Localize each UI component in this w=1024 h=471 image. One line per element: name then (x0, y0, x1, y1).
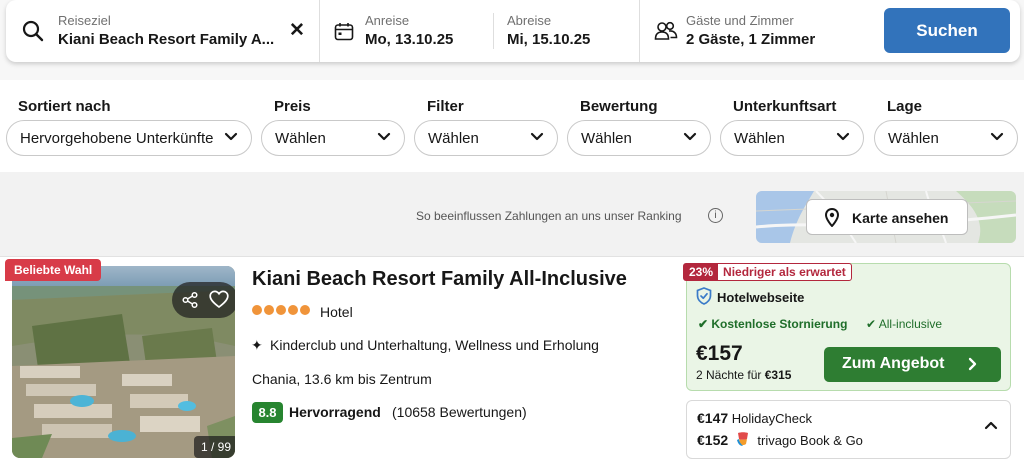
star-icon (288, 305, 298, 315)
destination-value: Kiani Beach Resort Family A... (58, 31, 275, 48)
hotel-type: Hotel (320, 304, 353, 320)
show-map-button[interactable]: Karte ansehen (806, 199, 968, 235)
shield-check-icon (696, 287, 712, 305)
search-icon (22, 20, 44, 42)
photo-actions (172, 282, 235, 318)
guests-field[interactable]: Gäste und Zimmer 2 Gäste, 1 Zimmer (640, 0, 870, 62)
chevron-down-icon (377, 132, 391, 141)
sort-select[interactable]: Hervorgehobene Unterkünfte (6, 120, 252, 156)
filter-label-price: Preis (274, 98, 311, 115)
star-icon (276, 305, 286, 315)
trivago-logo-icon (737, 432, 748, 446)
filter-label-property-type: Unterkunftsart (733, 98, 837, 115)
property-type-select-value: Wählen (734, 130, 785, 147)
chevron-right-icon (968, 357, 977, 371)
filter-label-filter: Filter (427, 98, 464, 115)
filter-label-rating: Bewertung (580, 98, 658, 115)
nights-text: 2 Nächte für (696, 368, 762, 382)
destination-label: Reiseziel (58, 13, 111, 28)
hotel-name[interactable]: Kiani Beach Resort Family All-Inclusive (252, 268, 627, 291)
deal-price: €157 (696, 342, 743, 365)
chevron-down-icon (683, 132, 697, 141)
location-select[interactable]: Wählen (874, 120, 1018, 156)
other-offer-price: €152 (697, 432, 729, 448)
sparkle-icon: ✦ (251, 337, 263, 353)
discount-text: Niedriger als erwartet (723, 265, 846, 279)
rating-select-value: Wählen (581, 130, 632, 147)
show-map-label: Karte ansehen (852, 210, 949, 226)
popular-choice-badge: Beliebte Wahl (5, 259, 102, 281)
hotel-location[interactable]: Chania, 13.6 km bis Zentrum (252, 371, 432, 387)
hotel-result-card[interactable]: 1 / 99 Beliebte Wahl Kiani Beach Resort … (0, 256, 1024, 471)
hotel-amenities: Kinderclub und Unterhaltung, Wellness un… (270, 337, 599, 353)
free-cancellation-feature: ✔ Kostenlose Stornierung (698, 317, 848, 331)
price-select-value: Wählen (275, 130, 326, 147)
rating-word: Hervorragend (289, 404, 381, 420)
checkout-value: Mi, 15.10.25 (507, 31, 591, 48)
heart-icon[interactable] (209, 290, 229, 309)
photo-counter: 1 / 99 (194, 436, 235, 458)
chevron-down-icon (990, 132, 1004, 141)
filter-select-value: Wählen (428, 130, 479, 147)
star-icon (300, 305, 310, 315)
checkin-field[interactable]: Anreise Mo, 13.10.25 (320, 0, 492, 62)
search-button[interactable]: Suchen (884, 8, 1010, 53)
clear-destination-button[interactable]: ✕ (285, 19, 309, 43)
other-offer-price: €147 (697, 410, 729, 426)
other-offer-provider: trivago Book & Go (757, 433, 863, 448)
location-select-value: Wählen (888, 130, 939, 147)
chevron-down-icon (224, 132, 238, 141)
search-bar: Reiseziel Kiani Beach Resort Family A...… (6, 0, 1020, 62)
chevron-up-icon[interactable] (984, 420, 998, 430)
view-deal-label: Zum Angebot (842, 355, 945, 372)
sort-select-value: Hervorgehobene Unterkünfte (20, 130, 214, 147)
filter-bar: Sortiert nach Hervorgehobene Unterkünfte… (0, 80, 1024, 172)
rating-select[interactable]: Wählen (567, 120, 711, 156)
hotel-star-rating (252, 305, 310, 315)
checkin-value: Mo, 13.10.25 (365, 31, 454, 48)
rating-count[interactable]: (10658 Bewertungen) (392, 404, 527, 420)
other-offer-row[interactable]: €152 trivago Book & Go (697, 432, 863, 448)
chevron-down-icon (530, 132, 544, 141)
star-icon (264, 305, 274, 315)
info-icon[interactable]: i (708, 208, 723, 223)
nights-total: 2 Nächte für €315 (696, 368, 791, 382)
property-type-select[interactable]: Wählen (720, 120, 864, 156)
discount-badge: 23% Niedriger als erwartet (683, 263, 852, 281)
calendar-icon (334, 23, 354, 41)
guests-value: 2 Gäste, 1 Zimmer (686, 31, 816, 48)
checkout-label: Abreise (507, 13, 552, 28)
other-offer-row[interactable]: €147 HolidayCheck (697, 410, 812, 426)
all-inclusive-feature: ✔ All-inclusive (866, 317, 943, 331)
star-icon (252, 305, 262, 315)
guests-icon (654, 21, 678, 40)
ranking-note[interactable]: So beeinflussen Zahlungen an uns unser R… (416, 209, 682, 223)
filter-select[interactable]: Wählen (414, 120, 558, 156)
hotel-photo[interactable]: 1 / 99 (12, 266, 235, 458)
nights-total-price: €315 (764, 368, 792, 382)
filter-label-sort: Sortiert nach (18, 98, 111, 115)
other-offer-provider: HolidayCheck (731, 411, 812, 426)
checkout-field[interactable]: Abreise Mi, 15.10.25 (494, 0, 639, 62)
view-deal-button[interactable]: Zum Angebot (824, 347, 1001, 382)
rating-score-badge: 8.8 (252, 402, 283, 423)
map-pin-icon (825, 208, 839, 227)
checkin-label: Anreise (365, 13, 410, 28)
discount-percent: 23% (684, 264, 719, 280)
deal-provider: Hotelwebseite (717, 290, 805, 305)
share-icon[interactable] (181, 291, 199, 309)
other-offers-panel[interactable]: €147 HolidayCheck €152 trivago Book & Go (686, 400, 1011, 459)
guests-label: Gäste und Zimmer (686, 13, 794, 28)
chevron-down-icon (836, 132, 850, 141)
filter-label-location: Lage (887, 98, 923, 115)
destination-field[interactable]: Reiseziel Kiani Beach Resort Family A...… (6, 0, 318, 62)
price-select[interactable]: Wählen (261, 120, 405, 156)
